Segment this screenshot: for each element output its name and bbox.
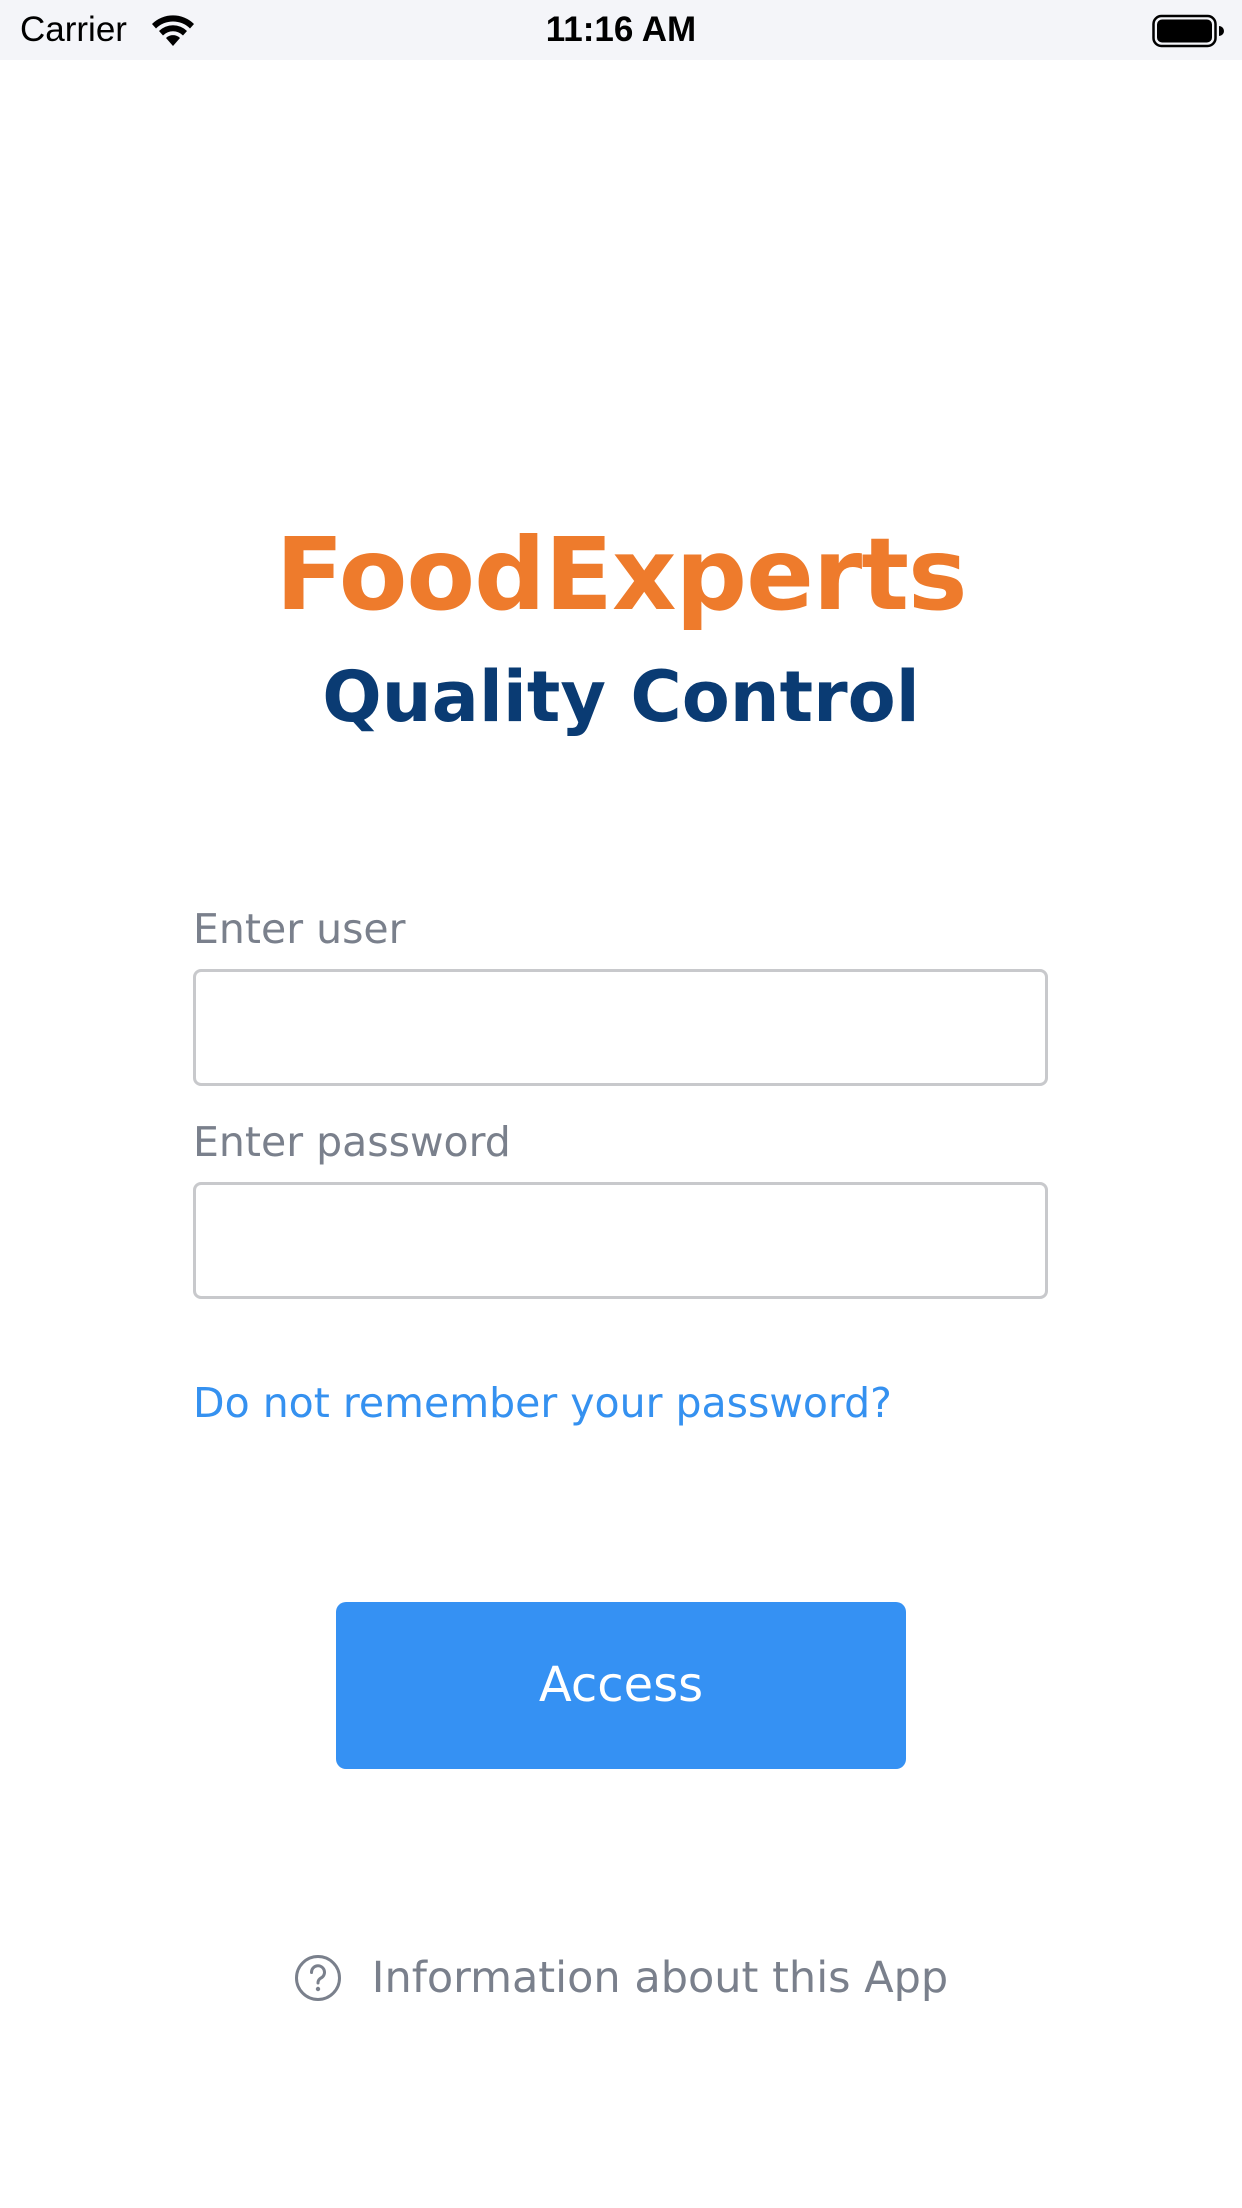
carrier-name: Carrier: [20, 10, 127, 49]
app-info-text: Information about this App: [371, 1953, 949, 2003]
brand-subtitle: Quality Control: [322, 656, 920, 738]
access-button[interactable]: Access: [336, 1602, 906, 1769]
forgot-password-link[interactable]: Do not remember your password?: [193, 1378, 892, 1428]
user-label: Enter user: [193, 905, 406, 953]
password-label: Enter password: [193, 1118, 511, 1166]
user-input[interactable]: [193, 969, 1048, 1086]
login-screen: Carrier 11:16 AM FoodExperts Quality Con…: [0, 0, 1242, 2208]
app-info-link[interactable]: Information about this App: [0, 1950, 1242, 2006]
wifi-icon: [152, 15, 194, 46]
status-bar: Carrier 11:16 AM: [0, 0, 1242, 60]
question-circle-icon: [294, 1955, 341, 2001]
password-input[interactable]: [193, 1182, 1048, 1299]
brand-title: FoodExperts: [275, 516, 967, 633]
battery-icon: [1152, 14, 1224, 48]
